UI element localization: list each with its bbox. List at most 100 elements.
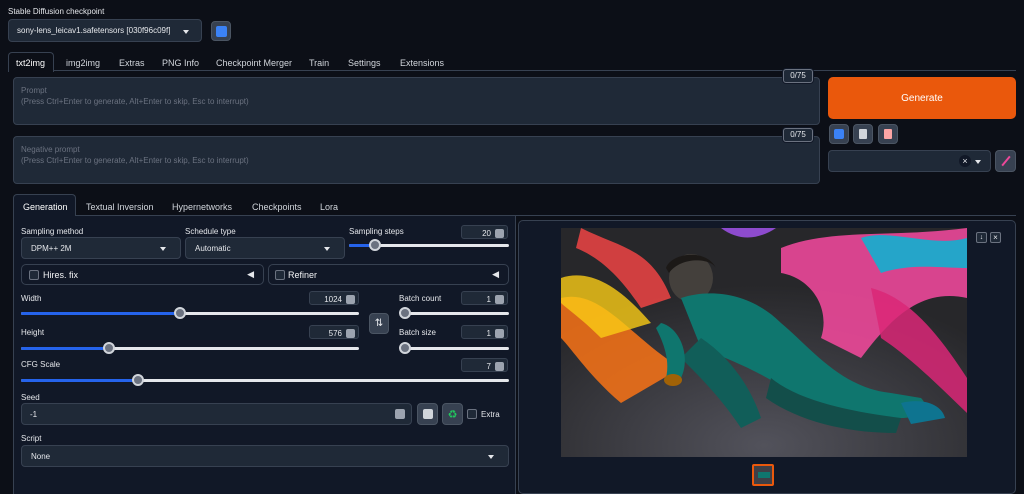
tab-img2img[interactable]: img2img (66, 58, 100, 68)
swap-dimensions-button[interactable]: ⇅ (369, 313, 389, 334)
tab-checkpoints[interactable]: Checkpoints (252, 202, 302, 212)
generated-image[interactable] (561, 228, 967, 457)
spinner-icon[interactable] (495, 329, 504, 338)
slider-knob[interactable] (173, 307, 186, 319)
slider-fill (21, 379, 139, 382)
styles-select[interactable]: × (828, 150, 991, 172)
recycle-icon: ♻ (447, 408, 458, 421)
chevron-down-icon (488, 455, 494, 459)
cfg-scale-input[interactable]: 7 (461, 358, 508, 372)
sampling-steps-input[interactable]: 20 (461, 225, 508, 239)
checkpoint-value: sony-lens_leicav1.safetensors [030f96c09… (17, 26, 171, 35)
slider-knob[interactable] (368, 239, 381, 251)
slider-track (399, 342, 509, 354)
slider-fill (21, 347, 109, 350)
refresh-icon (215, 25, 227, 37)
batch-size-value: 1 (486, 329, 491, 338)
generated-image-art (561, 228, 967, 457)
batch-count-slider[interactable] (399, 307, 509, 319)
slider-knob[interactable] (399, 342, 411, 354)
height-slider[interactable] (21, 342, 359, 354)
sampling-steps-slider[interactable] (349, 239, 509, 251)
width-value: 1024 (324, 295, 342, 304)
tab-train[interactable]: Train (309, 58, 329, 68)
slider-track (21, 374, 509, 386)
sampling-steps-value: 20 (482, 229, 491, 238)
width-input[interactable]: 1024 (309, 291, 359, 305)
hires-fix-checkbox[interactable] (29, 270, 39, 280)
tab-hypernetworks[interactable]: Hypernetworks (172, 202, 232, 212)
batch-count-input[interactable]: 1 (461, 291, 508, 305)
chevron-down-icon (975, 160, 981, 164)
slider-knob[interactable] (102, 342, 115, 354)
tab-textual-inversion[interactable]: Textual Inversion (86, 202, 154, 212)
height-input[interactable]: 576 (309, 325, 359, 339)
spinner-icon[interactable] (346, 295, 355, 304)
tab-settings[interactable]: Settings (348, 58, 381, 68)
spinner-icon[interactable] (346, 329, 355, 338)
cfg-scale-slider[interactable] (21, 374, 509, 386)
chevron-down-icon (160, 247, 166, 251)
hires-fix-accordion[interactable]: Hires. fix ◀ (21, 264, 264, 285)
script-select[interactable]: None (21, 445, 509, 467)
read-params-button[interactable] (829, 124, 849, 144)
tab-generation[interactable]: Generation (23, 202, 68, 212)
refiner-checkbox[interactable] (275, 270, 285, 280)
slider-fill (21, 312, 180, 315)
tab-png-info[interactable]: PNG Info (162, 58, 199, 68)
slider-track (399, 307, 509, 319)
slider-knob[interactable] (132, 374, 145, 386)
negative-token-counter: 0/75 (783, 128, 813, 142)
random-seed-button[interactable] (417, 403, 438, 425)
generate-button[interactable]: Generate (828, 77, 1016, 119)
close-icon[interactable]: × (990, 232, 1001, 243)
download-icon[interactable]: ↓ (976, 232, 987, 243)
script-value: None (31, 452, 51, 461)
trash-icon (859, 129, 867, 139)
width-label: Width (21, 294, 42, 303)
reuse-seed-button[interactable]: ♻ (442, 403, 463, 425)
refiner-accordion[interactable]: Refiner ◀ (268, 264, 509, 285)
batch-size-input[interactable]: 1 (461, 325, 508, 339)
slider-track (21, 342, 359, 354)
extra-seed-label: Extra (481, 410, 500, 419)
extra-seed-checkbox[interactable] (467, 409, 477, 419)
gallery-thumbnail[interactable] (752, 464, 774, 486)
cfg-scale-value: 7 (486, 362, 491, 371)
schedule-type-value: Automatic (195, 244, 231, 253)
refresh-checkpoint-button[interactable] (211, 21, 231, 41)
spinner-icon[interactable] (395, 409, 405, 419)
hires-fix-label: Hires. fix (43, 270, 79, 280)
spinner-icon[interactable] (495, 295, 504, 304)
tab-lora[interactable]: Lora (320, 202, 338, 212)
checkpoint-select[interactable]: sony-lens_leicav1.safetensors [030f96c09… (8, 19, 202, 42)
clear-prompt-button[interactable] (853, 124, 873, 144)
collapse-icon[interactable]: ◀ (247, 269, 254, 280)
spinner-icon[interactable] (495, 229, 504, 238)
tab-checkpoint-merger[interactable]: Checkpoint Merger (216, 58, 292, 68)
brush-icon (1000, 155, 1011, 167)
schedule-type-select[interactable]: Automatic (185, 237, 345, 259)
prompt-input[interactable]: Prompt (Press Ctrl+Enter to generate, Al… (13, 77, 820, 125)
batch-size-slider[interactable] (399, 342, 509, 354)
arrow-icon (834, 129, 844, 139)
spinner-icon[interactable] (495, 362, 504, 371)
negative-prompt-input[interactable]: Negative prompt (Press Ctrl+Enter to gen… (13, 136, 820, 184)
width-slider[interactable] (21, 307, 359, 319)
sampling-method-select[interactable]: DPM++ 2M (21, 237, 181, 259)
tab-extensions[interactable]: Extensions (400, 58, 444, 68)
height-value: 576 (328, 329, 342, 338)
collapse-icon[interactable]: ◀ (492, 269, 499, 280)
negative-prompt-hint: (Press Ctrl+Enter to generate, Alt+Enter… (21, 156, 249, 165)
chevron-down-icon (324, 247, 330, 251)
slider-knob[interactable] (399, 307, 411, 319)
clear-icon[interactable]: × (959, 155, 971, 167)
tab-extras[interactable]: Extras (119, 58, 145, 68)
edit-styles-button[interactable] (995, 150, 1016, 172)
negative-prompt-label: Negative prompt (21, 145, 80, 154)
tab-txt2img[interactable]: txt2img (16, 58, 45, 68)
swap-icon: ⇅ (374, 318, 384, 329)
slider-track (349, 239, 509, 251)
seed-input[interactable]: -1 (21, 403, 412, 425)
apply-styles-button[interactable] (878, 124, 898, 144)
